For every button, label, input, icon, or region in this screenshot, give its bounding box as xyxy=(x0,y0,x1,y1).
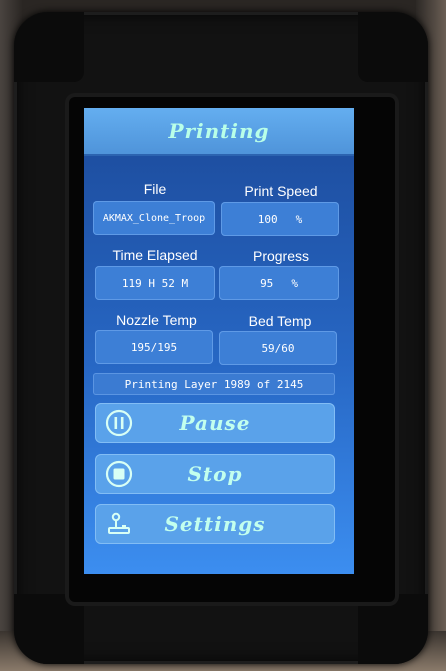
progress-label: Progress xyxy=(252,248,310,264)
bed-temp-value: 59/60 xyxy=(261,341,295,355)
progress-field: 95 % xyxy=(219,266,339,300)
housing-corner xyxy=(14,594,84,664)
print-speed-value: 100 xyxy=(257,212,278,226)
layer-status-bar: Printing Layer 1989 of 2145 xyxy=(93,373,335,395)
print-speed-unit: % xyxy=(295,212,303,226)
file-name-value: AKMAX_Clone_Troop xyxy=(102,212,206,224)
pause-button[interactable]: Pause xyxy=(95,403,335,443)
nozzle-temp-field[interactable]: 195/195 xyxy=(95,330,213,364)
time-elapsed-label: Time Elapsed xyxy=(112,247,198,263)
stop-label: Stop xyxy=(187,462,243,486)
print-speed-label: Print Speed xyxy=(244,183,318,199)
file-label: File xyxy=(143,181,167,197)
progress-unit: % xyxy=(291,276,298,290)
file-name-field[interactable]: AKMAX_Clone_Troop xyxy=(93,201,215,235)
housing-corner xyxy=(358,594,428,664)
bed-temp-label: Bed Temp xyxy=(248,313,312,329)
title-bar: Printing xyxy=(84,108,354,156)
pause-label: Pause xyxy=(179,411,251,435)
settings-button[interactable]: Settings xyxy=(95,504,335,544)
settings-label: Settings xyxy=(164,512,266,536)
stop-button[interactable]: Stop xyxy=(95,454,335,494)
time-elapsed-value: 119 H 52 M xyxy=(121,276,189,290)
progress-value: 95 xyxy=(260,276,274,290)
housing-corner xyxy=(358,12,428,82)
layer-status-text: Printing Layer 1989 of 2145 xyxy=(124,377,304,391)
page-title: Printing xyxy=(168,119,270,143)
nozzle-temp-value: 195/195 xyxy=(130,340,178,354)
touch-screen: Printing File Print Speed AKMAX_Clone_Tr… xyxy=(84,108,354,574)
bed-temp-field[interactable]: 59/60 xyxy=(219,331,337,365)
print-speed-field[interactable]: 100 % xyxy=(221,202,339,236)
nozzle-temp-label: Nozzle Temp xyxy=(116,312,197,328)
time-elapsed-field: 119 H 52 M xyxy=(95,266,215,300)
housing-corner xyxy=(14,12,84,82)
